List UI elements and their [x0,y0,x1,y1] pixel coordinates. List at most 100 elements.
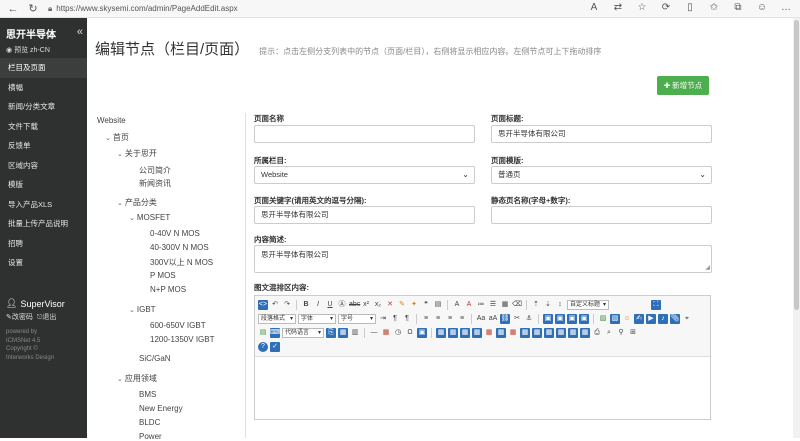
template-select[interactable]: 普通页 ⌄ [491,166,712,184]
profile-icon[interactable]: ☺ [756,2,768,13]
split-icon[interactable]: ▯ [684,2,696,13]
favorite-icon[interactable]: ☆ [636,2,648,13]
horizontal-rule-icon[interactable]: — [369,328,379,338]
custom-title-select[interactable]: 自定义标题 ▾ [567,300,609,310]
unordered-list-icon[interactable]: ☰ [488,300,498,310]
resize-handle-icon[interactable]: ◢ [705,264,710,271]
image-center-icon[interactable]: ▣ [579,314,589,324]
tree-node-new-energy[interactable]: New Energy [139,404,183,413]
tree-node-website[interactable]: Website [97,116,126,125]
delete-col-icon[interactable]: ▦ [508,328,518,338]
tree-node-about[interactable]: ⌄ 关于思开 [117,148,157,159]
scrollbar-thumb[interactable] [794,20,799,310]
sidebar-item[interactable]: 批量上传产品说明 [0,214,87,234]
map-icon[interactable]: ⌖ [682,314,692,324]
clear-format-icon[interactable]: ✕ [385,300,395,310]
unlink-icon[interactable]: ✂ [512,314,522,324]
more-icon[interactable]: … [780,2,792,13]
editor-content-area[interactable] [255,357,710,417]
tree-node-mos4[interactable]: P MOS [150,271,176,280]
drafts-icon[interactable]: ⊞ [628,328,638,338]
split-rows-icon[interactable]: ▦ [568,328,578,338]
lowercase-icon[interactable]: aA [488,314,498,324]
special-chars-icon[interactable]: Ω [405,328,415,338]
tree-node-news[interactable]: 新闻资讯 [139,178,171,189]
fullscreen-icon[interactable]: ⛶ [651,300,661,310]
tree-node-sic[interactable]: SiC/GaN [139,354,171,363]
collections-icon[interactable]: ⧉ [732,2,744,13]
align-right-icon[interactable]: ≡ [445,314,455,324]
sidebar-item[interactable]: 区域内容 [0,156,87,176]
refresh-page-icon[interactable]: ⟳ [660,2,672,13]
font-family-select[interactable]: 字体 ▾ [298,314,336,324]
insert-table-icon[interactable]: ▦ [436,328,446,338]
column-select[interactable]: Website ⌄ [254,166,475,184]
caret-down-icon[interactable]: ⌄ [117,200,123,207]
tree-node-mos1[interactable]: 0-40V N MOS [150,229,200,238]
tree-node-mos3[interactable]: 300V以上 N MOS [150,257,213,268]
source-code-icon[interactable]: <> [258,300,268,310]
back-icon[interactable]: ← [6,2,20,16]
insert-code-icon[interactable]: ⌨ [270,328,280,338]
sidebar-item[interactable]: 招聘 [0,234,87,254]
wordimage-icon[interactable]: ▣ [417,328,427,338]
tree-node-mos2[interactable]: 40-300V N MOS [150,243,209,252]
merge-cells-icon[interactable]: ▦ [520,328,530,338]
sidebar-item[interactable]: 导入产品XLS [0,195,87,215]
undo-icon[interactable]: ↶ [270,300,280,310]
refresh-icon[interactable]: ↻ [26,2,40,16]
anchor-icon[interactable]: ⚓ [524,314,534,324]
add-node-button[interactable]: ✚ 新增节点 [657,76,709,95]
blockquote-icon[interactable]: ❝ [421,300,431,310]
caret-down-icon[interactable]: ⌄ [117,376,123,383]
underline-icon[interactable]: U [325,300,335,310]
auto-format-icon[interactable]: ✦ [409,300,419,310]
pasteplain-icon[interactable]: ▤ [433,300,443,310]
sidebar-item[interactable]: 设置 [0,253,87,273]
merge-right-icon[interactable]: ▦ [532,328,542,338]
link-icon[interactable]: ⛓ [500,314,510,324]
image-none-icon[interactable]: ▣ [543,314,553,324]
tree-node-company-intro[interactable]: 公司简介 [139,165,171,176]
redo-icon[interactable]: ↷ [282,300,292,310]
align-left-icon[interactable]: ≡ [421,314,431,324]
collapse-sidebar-icon[interactable]: « [77,26,83,38]
read-aloud-icon[interactable]: A [588,2,600,13]
clear-doc-icon[interactable]: ⌫ [512,300,522,310]
uppercase-icon[interactable]: Aa [476,314,486,324]
select-all-icon[interactable]: ▦ [500,300,510,310]
preview-icon[interactable]: ⌕ [604,328,614,338]
scrollbar-track[interactable] [793,18,800,438]
subscript-icon[interactable]: x₂ [373,300,383,310]
insert-frame-icon[interactable]: ▤ [258,328,268,338]
attachment-icon[interactable]: 📎︎ [670,314,680,324]
superscript-icon[interactable]: x² [361,300,371,310]
page-title-input[interactable]: 思开半导体有限公司 [491,125,712,143]
caret-down-icon[interactable]: ⌄ [117,151,123,158]
split-cols-icon[interactable]: ▦ [580,328,590,338]
merge-down-icon[interactable]: ▦ [544,328,554,338]
row-spacing-top-icon[interactable]: ⇡ [531,300,541,310]
spellcheck-icon[interactable]: ✓ [270,342,280,352]
page-name-input[interactable] [254,125,475,143]
tree-node-igbt[interactable]: ⌄ IGBT [129,305,156,314]
sidebar-item[interactable]: 横幅 [0,78,87,98]
align-justify-icon[interactable]: ≡ [457,314,467,324]
indent-icon[interactable]: ⇥ [378,314,388,324]
tree-node-power[interactable]: Power [139,432,162,441]
code-language-select[interactable]: 代码语言 ▾ [282,328,324,338]
image-right-icon[interactable]: ▣ [567,314,577,324]
print-icon[interactable]: ⎙ [592,328,602,338]
page-break-icon[interactable]: ⎘ [326,328,336,338]
time-icon[interactable]: ◷ [393,328,403,338]
translate-icon[interactable]: ⇄ [612,2,624,13]
delete-table-icon[interactable]: ▦ [448,328,458,338]
template-icon[interactable]: ▦ [338,328,348,338]
border-icon[interactable]: Ⓐ [337,300,347,310]
caret-down-icon[interactable]: ⌄ [129,307,135,314]
split-cells-icon[interactable]: ▦ [556,328,566,338]
tree-node-products[interactable]: ⌄ 产品分类 [117,197,157,208]
align-center-icon[interactable]: ≡ [433,314,443,324]
row-spacing-bottom-icon[interactable]: ⇣ [543,300,553,310]
music-icon[interactable]: ♪ [658,314,668,324]
